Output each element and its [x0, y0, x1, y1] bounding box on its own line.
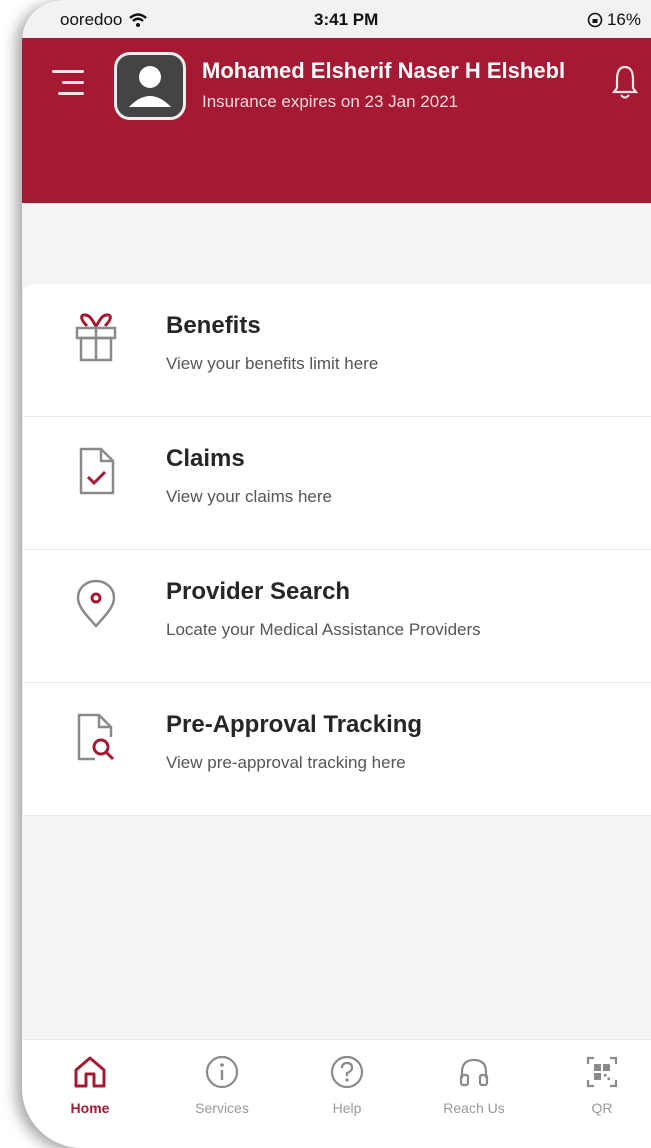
document-search-icon [73, 711, 119, 763]
battery-percent: 16% [606, 10, 641, 29]
phone-screen: ooredoo 3:41 PM 16% Mohamed Elsherif Nas… [22, 0, 651, 1148]
menu-item-subtitle: View your claims here [166, 487, 332, 506]
menu-item-title: Provider Search [166, 578, 351, 605]
tab-reach-us[interactable]: Reach Us [434, 1054, 514, 1116]
info-icon [205, 1055, 239, 1089]
battery-status: 16% [587, 10, 641, 30]
menu-list: Benefits View your benefits limit here C… [22, 284, 651, 816]
qr-code-icon [586, 1056, 618, 1088]
tab-label: Services [195, 1100, 249, 1116]
bottom-tab-bar: Home Services Help Reach Us QR [22, 1039, 651, 1148]
home-icon [74, 1056, 106, 1088]
status-time: 3:41 PM [314, 10, 379, 29]
tab-qr[interactable]: QR [562, 1054, 642, 1116]
tab-help[interactable]: Help [307, 1054, 387, 1116]
menu-item-provider-search[interactable]: Provider Search Locate your Medical Assi… [22, 550, 651, 683]
menu-item-claims[interactable]: Claims View your claims here [22, 417, 651, 550]
location-pin-icon [73, 578, 119, 630]
gift-icon [73, 312, 119, 364]
orientation-lock-icon [587, 12, 603, 28]
menu-item-pre-approval-tracking[interactable]: Pre-Approval Tracking View pre-approval … [22, 683, 651, 816]
tab-home[interactable]: Home [50, 1054, 130, 1116]
notification-bell-icon[interactable] [611, 64, 639, 100]
status-bar: ooredoo 3:41 PM 16% [22, 0, 651, 38]
tab-label: QR [591, 1100, 613, 1116]
tab-label: Reach Us [443, 1100, 505, 1116]
wifi-icon [129, 13, 148, 27]
app-header: ooredoo 3:41 PM 16% Mohamed Elsherif Nas… [22, 0, 651, 203]
insurance-expiry: Insurance expires on 23 Jan 2021 [202, 92, 459, 111]
menu-item-subtitle: Locate your Medical Assistance Providers [166, 620, 481, 639]
menu-item-title: Claims [166, 445, 245, 472]
menu-item-subtitle: View your benefits limit here [166, 354, 379, 373]
user-name: Mohamed Elsherif Naser H Elshebl [202, 58, 566, 83]
carrier: ooredoo [60, 10, 148, 30]
user-icon [129, 66, 171, 107]
question-icon [330, 1055, 364, 1089]
tab-label: Home [70, 1100, 110, 1116]
menu-item-title: Pre-Approval Tracking [166, 711, 423, 738]
document-check-icon [73, 445, 119, 497]
menu-item-benefits[interactable]: Benefits View your benefits limit here [22, 284, 651, 417]
tab-label: Help [332, 1100, 362, 1116]
menu-item-title: Benefits [166, 312, 261, 339]
hamburger-menu-icon[interactable] [52, 70, 84, 98]
avatar[interactable] [114, 52, 186, 120]
menu-item-subtitle: View pre-approval tracking here [166, 753, 406, 772]
carrier-name: ooredoo [60, 10, 123, 29]
headphones-icon [459, 1058, 489, 1087]
tab-services[interactable]: Services [182, 1054, 262, 1116]
